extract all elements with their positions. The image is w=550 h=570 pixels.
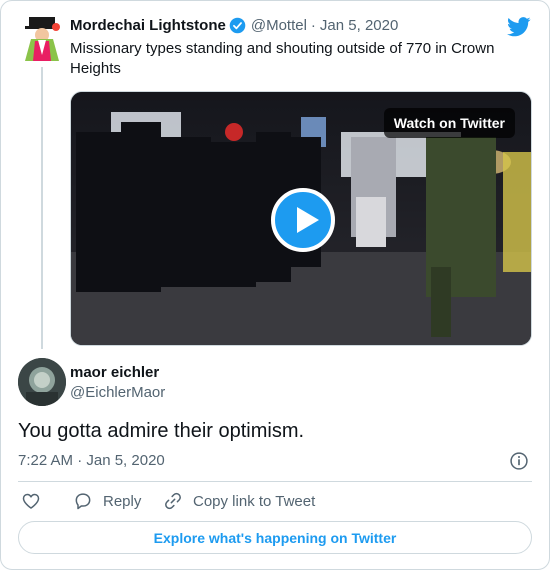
- info-icon[interactable]: [509, 451, 529, 471]
- tweet-timestamp[interactable]: 7:22 AM · Jan 5, 2020: [18, 452, 165, 469]
- heart-icon: [22, 493, 40, 509]
- link-icon: [165, 492, 181, 510]
- embedded-tweet-card: Mordechai Lightstone @Mottel · Jan 5, 20…: [0, 0, 550, 570]
- video-thumbnail[interactable]: Watch on Twitter: [70, 91, 532, 346]
- reply-label: Reply: [103, 492, 142, 510]
- copy-link-button[interactable]: Copy link to Tweet: [163, 491, 315, 511]
- like-button[interactable]: [21, 491, 51, 511]
- bird-logo-icon[interactable]: [507, 17, 531, 37]
- quoted-author-avatar[interactable]: [21, 15, 63, 63]
- author-name[interactable]: maor eichler: [70, 364, 159, 381]
- explore-twitter-button[interactable]: Explore what's happening on Twitter: [18, 521, 532, 554]
- quoted-tweet-header: Mordechai Lightstone @Mottel · Jan 5, 20…: [70, 17, 398, 34]
- quoted-tweet-text: Missionary types standing and shouting o…: [70, 40, 495, 77]
- separator-dot: ·: [310, 17, 316, 34]
- play-icon[interactable]: [271, 188, 335, 252]
- author-avatar[interactable]: [18, 358, 66, 406]
- tweet-text: You gotta admire their optimism.: [18, 420, 305, 442]
- quoted-tweet-date[interactable]: Jan 5, 2020: [320, 17, 398, 34]
- quoted-author-handle[interactable]: @Mottel: [251, 17, 307, 34]
- quoted-author-name[interactable]: Mordechai Lightstone: [70, 17, 226, 34]
- watch-on-twitter-badge[interactable]: Watch on Twitter: [383, 108, 515, 138]
- thread-line: [41, 67, 43, 349]
- author-handle[interactable]: @EichlerMaor: [70, 384, 165, 401]
- copy-link-label: Copy link to Tweet: [193, 492, 316, 510]
- reply-icon: [75, 493, 91, 510]
- verified-badge-icon: [229, 17, 246, 34]
- divider: [18, 481, 532, 482]
- reply-button[interactable]: Reply: [73, 491, 141, 511]
